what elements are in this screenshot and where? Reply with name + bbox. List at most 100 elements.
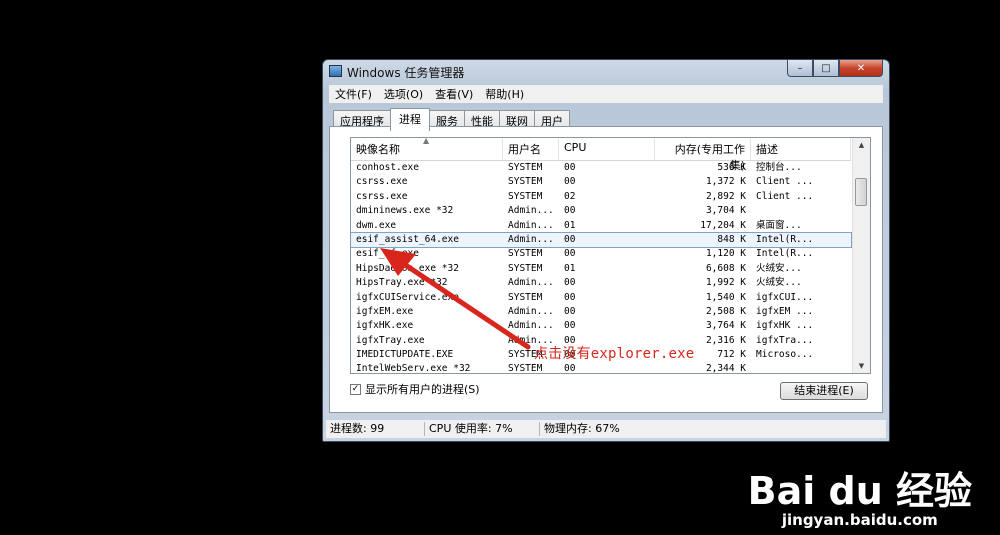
cell-cpu: 00: [564, 363, 576, 374]
scroll-down-icon[interactable]: ▼: [853, 359, 870, 373]
cell-description: Microso...: [756, 349, 814, 361]
process-list[interactable]: 映像名称 ▲ 用户名 CPU 内存(专用工作集) 描述 conhost.exe S…: [350, 137, 871, 374]
cell-image-name: igfxEM.exe: [356, 305, 414, 317]
cell-description: [751, 204, 851, 218]
status-process-count: 进程数: 99: [326, 422, 425, 436]
maximize-button[interactable]: □: [813, 60, 839, 77]
table-row[interactable]: csrss.exe SYSTEM 00 1,372 K Client ...: [351, 175, 851, 189]
cell-description: 桌面窗...: [756, 219, 802, 231]
cell-description: Client ...: [756, 176, 814, 188]
cell-image-name: esif_assist_64.exe: [356, 233, 459, 245]
menu-view[interactable]: 查看(V): [429, 86, 479, 102]
table-row[interactable]: HipsTray.exe *32 Admin... 00 1,992 K 火绒安...: [351, 276, 851, 290]
sort-ascending-icon: ▲: [423, 137, 430, 145]
cell-cpu: 02: [564, 190, 576, 202]
table-row[interactable]: HipsDaemon.exe *32 SYSTEM 01 6,608 K 火绒安...: [351, 262, 851, 276]
cell-cpu: 00: [564, 162, 576, 173]
cell-memory: 3,704 K: [705, 205, 746, 217]
column-description[interactable]: 描述: [751, 138, 851, 160]
cell-description: 火绒安...: [756, 262, 802, 274]
scroll-up-icon[interactable]: ▲: [853, 138, 870, 152]
table-row[interactable]: dwm.exe Admin... 01 17,204 K 桌面窗...: [351, 219, 851, 233]
show-all-processes[interactable]: ✓ 显示所有用户的进程(S): [350, 381, 480, 397]
window-title: Windows 任务管理器: [347, 66, 465, 80]
title-bar[interactable]: Windows 任务管理器 – □ ✕: [323, 60, 889, 82]
menu-bar: 文件(F) 选项(O) 查看(V) 帮助(H): [329, 85, 883, 103]
cell-cpu: 00: [564, 277, 576, 289]
cell-user-name: SYSTEM: [508, 262, 543, 274]
baidu-jingyan-logo: Bai du 经验: [747, 469, 972, 513]
table-row[interactable]: igfxEM.exe Admin... 00 2,508 K igfxEM ...: [351, 305, 851, 319]
vertical-scrollbar[interactable]: ▲ ▼: [852, 138, 870, 373]
table-row[interactable]: IntelWebServ.exe *32 SYSTEM 00 2,344 K: [351, 362, 851, 374]
table-row[interactable]: conhost.exe SYSTEM 00 536 K 控制台...: [351, 161, 851, 175]
cell-user-name: Admin...: [508, 233, 554, 245]
cell-description: [751, 362, 851, 373]
menu-help[interactable]: 帮助(H): [479, 86, 530, 102]
cell-description: igfxEM ...: [756, 305, 814, 317]
watermark-url: jingyan.baidu.com: [781, 511, 938, 529]
cell-memory: 3,764 K: [705, 320, 746, 332]
cell-image-name: HipsTray.exe *32: [356, 277, 448, 289]
cell-cpu: 01: [564, 262, 576, 274]
cell-image-name: igfxHK.exe: [356, 320, 414, 332]
column-cpu[interactable]: CPU: [559, 138, 655, 160]
cell-cpu: 01: [564, 219, 576, 231]
cell-memory: 536 K: [717, 162, 746, 173]
cell-memory: 2,344 K: [705, 363, 746, 374]
cell-user-name: SYSTEM: [508, 176, 543, 188]
cell-description: igfxCUI...: [756, 291, 814, 303]
show-all-checkbox[interactable]: ✓: [350, 383, 361, 395]
status-bar: 进程数: 99 CPU 使用率: 7% 物理内存: 67%: [326, 420, 886, 438]
cell-memory: 17,204 K: [700, 219, 746, 231]
cell-cpu: 00: [564, 305, 576, 317]
end-process-button[interactable]: 结束进程(E): [780, 382, 868, 400]
menu-file[interactable]: 文件(F): [329, 86, 378, 102]
scroll-thumb[interactable]: [855, 178, 867, 206]
baidu-watermark: Bai du 经验 jingyan.baidu.com: [748, 471, 972, 529]
list-header: 映像名称 ▲ 用户名 CPU 内存(专用工作集) 描述: [351, 138, 851, 172]
cell-memory: 1,992 K: [705, 277, 746, 289]
cell-image-name: csrss.exe: [356, 190, 408, 202]
cell-image-name: dmininews.exe *32: [356, 205, 454, 217]
cell-image-name: igfxTray.exe: [356, 334, 425, 346]
cell-memory: 1,372 K: [705, 176, 746, 188]
cell-user-name: Admin...: [508, 277, 554, 289]
cell-image-name: conhost.exe: [356, 162, 419, 173]
table-row[interactable]: csrss.exe SYSTEM 02 2,892 K Client ...: [351, 190, 851, 204]
close-button[interactable]: ✕: [839, 60, 883, 77]
cell-description: 火绒安...: [756, 277, 802, 289]
cell-cpu: 00: [564, 248, 576, 260]
processes-panel: 映像名称 ▲ 用户名 CPU 内存(专用工作集) 描述 conhost.exe S…: [329, 126, 883, 413]
cell-image-name: csrss.exe: [356, 176, 408, 188]
tab-strip: 应用程序 进程 服务 性能 联网 用户: [333, 108, 570, 131]
cell-cpu: 00: [564, 176, 576, 188]
menu-options[interactable]: 选项(O): [378, 86, 429, 102]
cell-user-name: SYSTEM: [508, 190, 543, 202]
cell-cpu: 00: [564, 205, 576, 217]
cell-memory: 2,508 K: [705, 305, 746, 317]
cell-user-name: Admin...: [508, 305, 554, 317]
column-image-name[interactable]: 映像名称 ▲: [351, 138, 503, 160]
cell-user-name: Admin...: [508, 219, 554, 231]
cell-memory: 1,120 K: [705, 248, 746, 260]
column-memory[interactable]: 内存(专用工作集): [655, 138, 751, 172]
table-row[interactable]: igfxHK.exe Admin... 00 3,764 K igfxHK ...: [351, 319, 851, 333]
column-user-name[interactable]: 用户名: [503, 138, 559, 160]
table-row[interactable]: esif_assist_64.exe Admin... 00 848 K Intel(R…: [351, 231, 852, 249]
status-physical-memory: 物理内存: 67%: [544, 422, 620, 435]
cell-description: 控制台...: [756, 162, 802, 173]
table-row[interactable]: dmininews.exe *32 Admin... 00 3,704 K: [351, 204, 851, 218]
tab-processes[interactable]: 进程: [390, 108, 430, 131]
cell-description: igfxTra...: [756, 334, 814, 346]
show-all-label: 显示所有用户的进程(S): [365, 383, 480, 396]
cell-user-name: Admin...: [508, 205, 554, 217]
cell-cpu: 00: [564, 233, 576, 245]
table-row[interactable]: esif_uf.exe SYSTEM 00 1,120 K Intel(R...: [351, 247, 851, 261]
table-row[interactable]: igfxCUIService.exe SYSTEM 00 1,540 K igfxCUI…: [351, 291, 851, 305]
cell-image-name: IntelWebServ.exe *32: [356, 363, 471, 374]
cell-description: Client ...: [756, 190, 814, 202]
cell-memory: 6,608 K: [705, 262, 746, 274]
minimize-button[interactable]: –: [787, 60, 813, 77]
cell-user-name: SYSTEM: [508, 162, 543, 173]
